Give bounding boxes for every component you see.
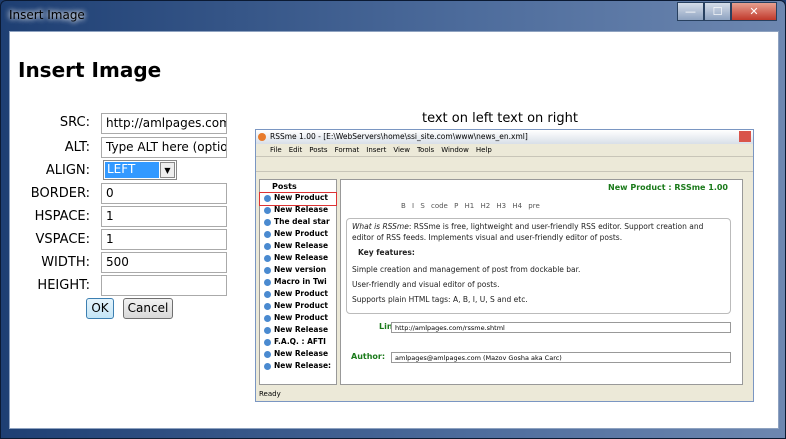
preview-titlebar: RSSme 1.00 - [E:\WebServers\home\ssi_sit… (256, 130, 753, 144)
maximize-button[interactable]: ☐ (704, 2, 731, 21)
minimize-button[interactable]: — (677, 2, 704, 21)
chevron-down-icon[interactable]: ▼ (160, 162, 175, 178)
menu-item: Help (475, 146, 492, 154)
align-value: LEFT (105, 162, 159, 178)
src-label: SRC: (59, 115, 90, 130)
menu-item: Window (441, 146, 469, 154)
post-item: The deal star (260, 217, 336, 229)
app-icon (258, 133, 266, 141)
alt-input[interactable]: Type ALT here (optional) (101, 137, 227, 158)
dialog-content: Insert Image SRC: http://amlpages.com/i … (9, 31, 779, 429)
post-item: New version (260, 265, 336, 277)
menu-item: View (393, 146, 410, 154)
status-bar: Ready (259, 390, 281, 398)
hspace-label: HSPACE: (34, 209, 90, 224)
height-label: HEIGHT: (37, 278, 90, 293)
close-icon (739, 131, 751, 142)
post-item: New Product (259, 192, 337, 206)
alt-label: ALT: (64, 140, 90, 155)
post-item: New Product (260, 301, 336, 313)
post-item: New Release (260, 349, 336, 361)
menu-item: Edit (288, 146, 303, 154)
post-item: New Product (260, 313, 336, 325)
vspace-label: VSPACE: (35, 232, 91, 247)
format-toolbar: B I S code P H1 H2 H3 H4 pre (401, 202, 540, 210)
menu-item: File (270, 146, 282, 154)
preview-menubar: File Edit Posts Format Insert View Tools Window… (256, 144, 753, 157)
author-field: amlpages@amlpages.com (Mazov Gosha aka C… (391, 352, 731, 363)
hspace-input[interactable]: 1 (101, 206, 227, 227)
page-title: Insert Image (18, 58, 162, 82)
editor-panel: New Product : RSSme 1.00 B I S code P H1… (340, 179, 743, 385)
menu-item: Posts (309, 146, 328, 154)
post-item: New Product (260, 229, 336, 241)
vspace-input[interactable]: 1 (101, 229, 227, 250)
preview-toolbar (256, 157, 753, 172)
cancel-button[interactable]: Cancel (123, 298, 173, 319)
posts-panel: Posts New Product New Release The deal sta… (259, 179, 337, 385)
border-label: BORDER: (30, 186, 90, 201)
height-input[interactable] (101, 275, 227, 296)
post-item: New Release (260, 241, 336, 253)
menu-item: Insert (366, 146, 387, 154)
post-title: New Product : RSSme 1.00 (608, 183, 728, 192)
ok-button[interactable]: OK (86, 298, 114, 319)
posts-header: Posts (272, 182, 297, 191)
close-button[interactable]: ✕ (731, 2, 777, 21)
border-input[interactable]: 0 (101, 183, 227, 204)
post-body: What is RSSme: RSSme is free, lightweigh… (346, 218, 731, 314)
menu-item: Format (334, 146, 360, 154)
post-item: New Product (260, 289, 336, 301)
window-title: Insert Image (9, 8, 85, 22)
preview-caption: text on left text on right (422, 111, 578, 126)
post-item: F.A.Q. : AFTI (260, 337, 336, 349)
align-select[interactable]: LEFT ▼ (103, 160, 177, 180)
author-label: Author: (351, 352, 386, 361)
dialog-window: Insert Image — ☐ ✕ Insert Image SRC: htt… (0, 0, 786, 439)
width-label: WIDTH: (41, 255, 90, 270)
post-item: New Release: (260, 361, 336, 373)
menu-item: Tools (416, 146, 435, 154)
align-label: ALIGN: (45, 163, 90, 178)
link-field: http://amlpages.com/rssme.shtml (391, 322, 731, 333)
preview-image: RSSme 1.00 - [E:\WebServers\home\ssi_sit… (255, 129, 754, 402)
width-input[interactable]: 500 (101, 252, 227, 273)
src-input[interactable]: http://amlpages.com/i (101, 113, 227, 134)
post-item: New Release (260, 205, 336, 217)
post-item: New Release (260, 325, 336, 337)
post-item: Macro in Twi (260, 277, 336, 289)
post-item: New Release (260, 253, 336, 265)
